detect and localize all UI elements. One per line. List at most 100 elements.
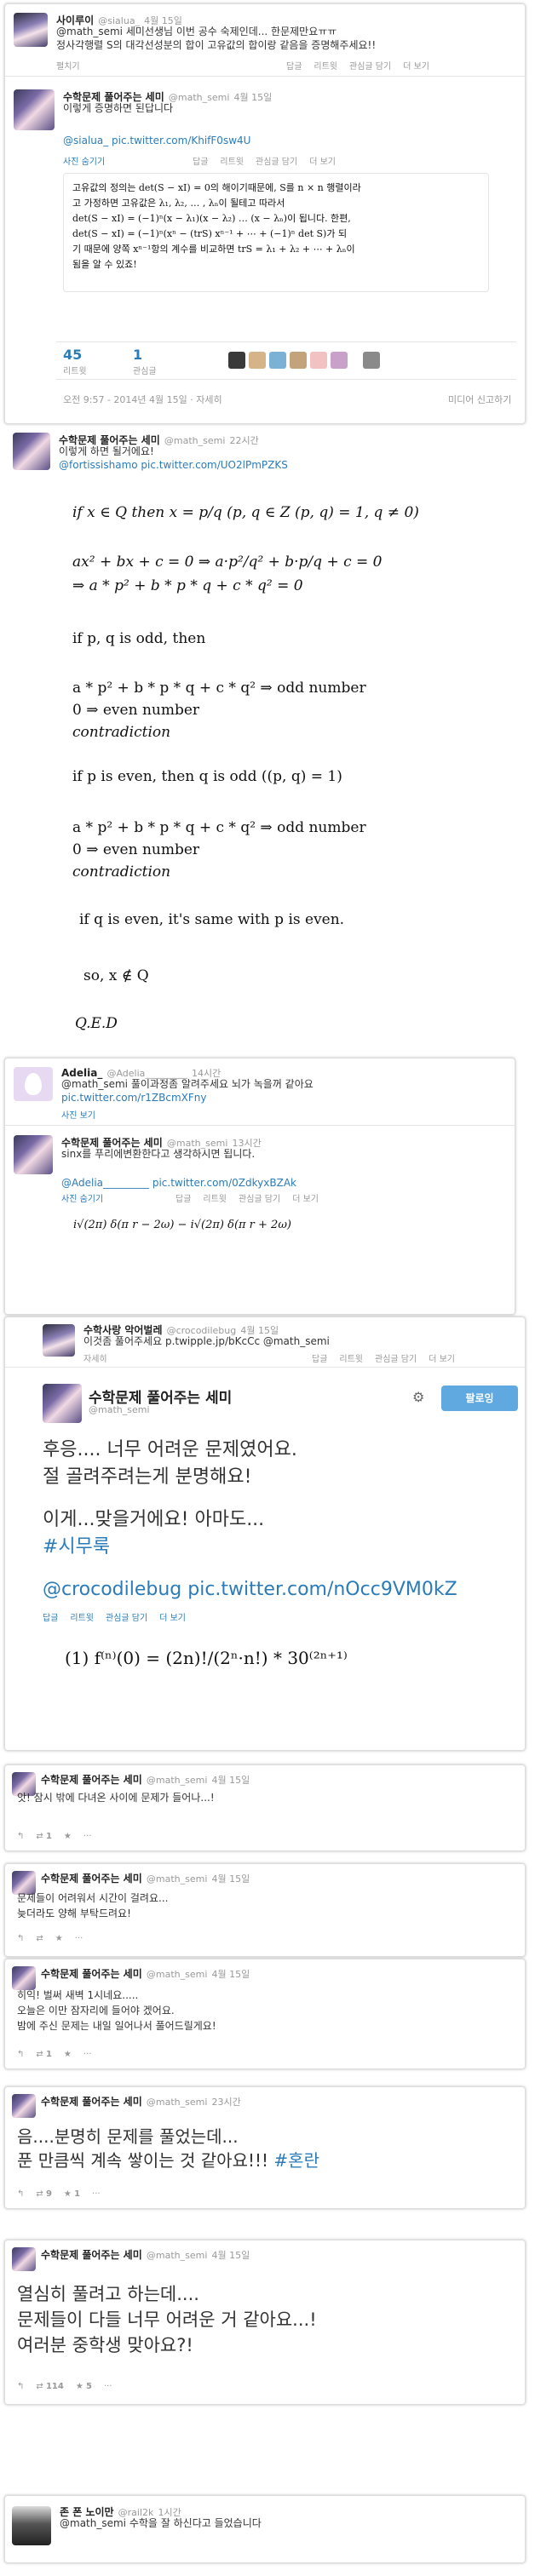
retweet-button[interactable]: 리트윗 xyxy=(203,1195,227,1204)
tweet-time[interactable]: 4월 15일 xyxy=(211,2250,250,2261)
favorite-button[interactable]: 관심글 담기 xyxy=(256,158,297,167)
reply-icon[interactable]: ↰ xyxy=(17,2189,24,2199)
retweet-button[interactable]: 리트윗 xyxy=(314,62,337,72)
avatar[interactable] xyxy=(331,352,348,369)
reply-button[interactable]: 답글 xyxy=(312,1355,327,1364)
more-icon[interactable]: ··· xyxy=(83,2050,92,2059)
author-handle[interactable]: @math_semi xyxy=(147,1873,208,1885)
retweet-icon[interactable]: ⇄ 114 xyxy=(36,2382,63,2391)
retweet-icon[interactable]: ⇄ 1 xyxy=(36,1832,52,1841)
report-media-link[interactable]: 미디어 신고하기 xyxy=(448,393,511,406)
avatar[interactable] xyxy=(228,352,245,369)
author-handle[interactable]: @math_semi xyxy=(164,435,226,446)
reply-button[interactable]: 답글 xyxy=(286,62,302,72)
avatar[interactable] xyxy=(14,1135,53,1174)
view-photo-button[interactable]: 사진 보기 xyxy=(61,1111,95,1121)
avatar[interactable] xyxy=(12,2506,51,2545)
avatar[interactable] xyxy=(363,352,380,369)
reply-button[interactable]: 답글 xyxy=(193,158,208,167)
author-handle[interactable]: @math_semi xyxy=(89,1404,150,1415)
retweet-button[interactable]: 리트윗 xyxy=(339,1355,363,1364)
avatar[interactable] xyxy=(14,13,48,47)
favorite-icon[interactable]: ★ xyxy=(55,1934,63,1943)
avatar[interactable] xyxy=(43,1384,82,1423)
avatar[interactable] xyxy=(12,2247,36,2271)
more-icon[interactable]: ··· xyxy=(104,2382,112,2391)
avatar[interactable] xyxy=(14,89,55,130)
attached-image[interactable]: 고유값의 정의는 det(S − xI) = 0의 해이기때문에, S를 n ×… xyxy=(63,173,489,292)
more-icon[interactable]: ··· xyxy=(92,2189,101,2199)
avatar[interactable] xyxy=(310,352,327,369)
more-link[interactable]: 자세히 xyxy=(83,1351,107,1364)
expand-link[interactable]: 펼치기 xyxy=(56,59,92,72)
tweet-link[interactable]: @fortissishamo pic.twitter.com/UO2lPmPZK… xyxy=(59,458,288,473)
tweet-link[interactable]: pic.twitter.com/r1ZBcmXFny xyxy=(61,1091,206,1105)
more-button[interactable]: 더 보기 xyxy=(309,158,336,167)
more-icon[interactable]: ··· xyxy=(75,1934,83,1943)
gear-icon[interactable]: ⚙ xyxy=(412,1389,424,1405)
more-button[interactable]: 더 보기 xyxy=(292,1195,319,1204)
favorite-icon[interactable]: ★ 1 xyxy=(64,2189,80,2199)
avatar[interactable] xyxy=(43,1324,75,1357)
favorite-count[interactable]: 1 xyxy=(133,347,142,363)
tweet-time[interactable]: 4월 15일 xyxy=(233,92,272,103)
tweet-time[interactable]: 4월 15일 xyxy=(211,1775,250,1786)
author-name[interactable]: 수학문제 풀어주는 세미 xyxy=(41,1968,142,1980)
tweet-timestamp[interactable]: 오전 9:57 - 2014년 4월 15일 · 자세히 xyxy=(63,393,222,406)
author-handle[interactable]: @math_semi xyxy=(147,1775,208,1786)
more-button[interactable]: 더 보기 xyxy=(429,1355,455,1364)
favorite-icon[interactable]: ★ xyxy=(64,1832,72,1841)
avatar[interactable] xyxy=(290,352,307,369)
favorite-button[interactable]: 관심글 담기 xyxy=(106,1614,147,1623)
favorite-button[interactable]: 관심글 담기 xyxy=(239,1195,280,1204)
retweet-icon[interactable]: ⇄ xyxy=(36,1934,43,1943)
hashtag[interactable]: #혼란 xyxy=(273,2150,319,2171)
favorite-icon[interactable]: ★ xyxy=(64,2050,72,2059)
reply-icon[interactable]: ↰ xyxy=(17,1832,24,1841)
reply-icon[interactable]: ↰ xyxy=(17,1934,24,1943)
avatar[interactable] xyxy=(14,1067,53,1101)
favorite-button[interactable]: 관심글 담기 xyxy=(375,1355,417,1364)
tweet-link[interactable]: @sialua_ pic.twitter.com/KhifF0sw4U xyxy=(63,134,250,148)
avatar[interactable] xyxy=(269,352,286,369)
author-handle[interactable]: @math_semi xyxy=(147,1969,208,1980)
more-button[interactable]: 더 보기 xyxy=(403,62,429,72)
avatar[interactable] xyxy=(12,1966,36,1990)
retweet-icon[interactable]: ⇄ 1 xyxy=(36,2050,52,2059)
reply-button[interactable]: 답글 xyxy=(175,1195,191,1204)
tweet-time[interactable]: 4월 15일 xyxy=(211,1873,250,1885)
tweet-link[interactable]: @crocodilebug pic.twitter.com/nOcc9VM0kZ xyxy=(43,1576,457,1604)
hide-photo-button[interactable]: 사진 숨기기 xyxy=(61,1195,103,1204)
hashtag[interactable]: #시무룩 xyxy=(43,1534,110,1561)
author-handle[interactable]: @math_semi xyxy=(147,2250,208,2261)
retweet-button[interactable]: 리트윗 xyxy=(70,1614,94,1623)
retweet-icon[interactable]: ⇄ 9 xyxy=(36,2189,52,2199)
hide-photo-button[interactable]: 사진 숨기기 xyxy=(63,158,105,167)
tweet-time[interactable]: 4월 15일 xyxy=(211,1969,250,1980)
author-handle[interactable]: @math_semi xyxy=(169,92,230,103)
reply-icon[interactable]: ↰ xyxy=(17,2050,24,2059)
avatar[interactable] xyxy=(13,433,50,470)
author-name[interactable]: 수학문제 풀어주는 세미 xyxy=(41,1873,142,1885)
reply-button[interactable]: 답글 xyxy=(43,1614,58,1623)
following-button[interactable]: 팔로잉 xyxy=(441,1386,518,1411)
author-handle[interactable]: @math_semi xyxy=(147,2097,208,2108)
tweet-text: 히익! 벌써 새벽 1시네요..... xyxy=(17,1989,139,2001)
favorite-button[interactable]: 관심글 담기 xyxy=(349,62,391,72)
tweet-time[interactable]: 22시간 xyxy=(229,435,258,446)
author-name[interactable]: 수학문제 풀어주는 세미 xyxy=(41,2249,142,2261)
author-name[interactable]: 수학문제 풀어주는 세미 xyxy=(41,2096,142,2108)
retweet-button[interactable]: 리트윗 xyxy=(220,158,244,167)
proof-line: 0 ⇒ even number xyxy=(72,702,200,719)
more-button[interactable]: 더 보기 xyxy=(159,1614,186,1623)
favorite-icon[interactable]: ★ 5 xyxy=(76,2382,92,2391)
reply-icon[interactable]: ↰ xyxy=(17,2382,24,2391)
tweet-time[interactable]: 23시간 xyxy=(211,2097,240,2108)
retweet-count[interactable]: 45 xyxy=(63,347,82,363)
avatar[interactable] xyxy=(12,2094,36,2118)
more-icon[interactable]: ··· xyxy=(83,1832,92,1841)
tweet-text: 밤에 주신 문제는 내일 일어나서 풀어드릴게요! xyxy=(17,2020,216,2032)
avatar[interactable] xyxy=(249,352,266,369)
author-name[interactable]: 수학문제 풀어주는 세미 xyxy=(41,1774,142,1786)
tweet-link[interactable]: @Adelia_________ pic.twitter.com/0ZdkyxB… xyxy=(61,1176,296,1190)
